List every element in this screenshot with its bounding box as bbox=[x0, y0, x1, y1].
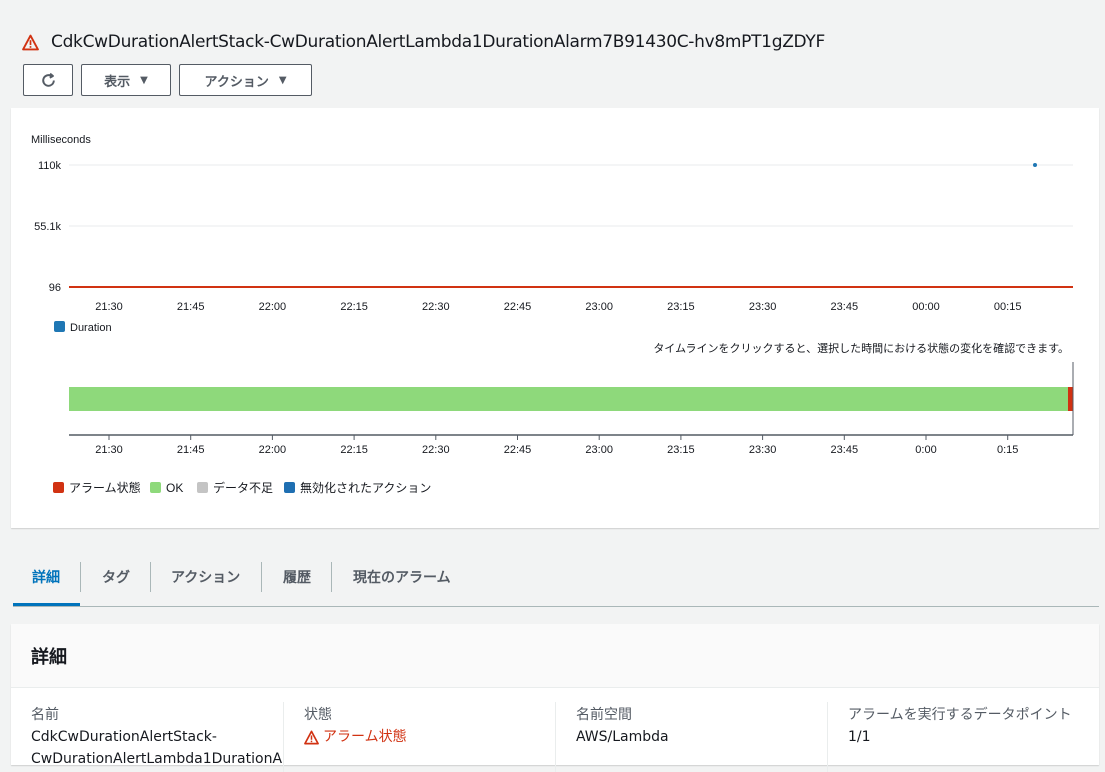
x-tick-label: 22:45 bbox=[504, 301, 532, 313]
column-divider bbox=[555, 702, 556, 772]
tab-actions[interactable]: アクション bbox=[171, 560, 240, 594]
column-divider bbox=[283, 702, 284, 772]
tab-history[interactable]: 履歴 bbox=[283, 560, 311, 594]
refresh-button[interactable] bbox=[23, 64, 73, 96]
tab-divider bbox=[261, 562, 262, 592]
legend-swatch bbox=[54, 321, 65, 332]
x-tick-label: 23:00 bbox=[585, 301, 613, 313]
x-tick-label: 22:15 bbox=[340, 301, 368, 313]
view-button-label: 表示 bbox=[104, 74, 131, 90]
actions-dropdown-button[interactable]: アクション ▼ bbox=[179, 64, 312, 96]
tab-divider bbox=[331, 562, 332, 592]
warning-icon bbox=[304, 730, 319, 744]
tab-divider bbox=[80, 562, 81, 592]
field-namespace-value: AWS/Lambda bbox=[576, 729, 669, 745]
actions-button-label: アクション bbox=[204, 74, 269, 90]
details-heading: 詳細 bbox=[11, 624, 1099, 688]
field-datapoints-label: アラームを実行するデータポイント bbox=[848, 707, 1072, 723]
timeline-ok-segment bbox=[69, 387, 1068, 411]
tab-tags[interactable]: タグ bbox=[102, 560, 130, 594]
timeline-legend-swatch bbox=[197, 482, 208, 493]
timeline-tick-label: 21:45 bbox=[177, 444, 205, 456]
graph-panel: Milliseconds 110k 55.1k 96 21:30 21:45 22:00 22… bbox=[11, 108, 1099, 528]
timeline-tick-label: 22:45 bbox=[504, 444, 532, 456]
tab-label: タグ bbox=[102, 570, 130, 586]
alarm-title-row: CdkCwDurationAlertStack-CwDurationAlertL… bbox=[22, 28, 825, 56]
data-point bbox=[1033, 163, 1037, 167]
caret-down-icon: ▼ bbox=[278, 74, 287, 86]
x-tick-label: 23:30 bbox=[749, 301, 777, 313]
timeline-tick-label: 23:15 bbox=[667, 444, 695, 456]
timeline-tick-label: 22:30 bbox=[422, 444, 450, 456]
timeline-legend-swatch bbox=[53, 482, 64, 493]
timeline-legend-label: OK bbox=[166, 481, 183, 495]
y-tick-label: 55.1k bbox=[34, 221, 61, 233]
field-state: 状態 アラーム状態 bbox=[304, 704, 407, 748]
field-datapoints-value: 1/1 bbox=[848, 729, 871, 745]
y-tick-label: 96 bbox=[49, 282, 61, 294]
page-title: CdkCwDurationAlertStack-CwDurationAlertL… bbox=[51, 32, 825, 52]
field-namespace-label: 名前空間 bbox=[576, 707, 632, 723]
x-tick-label: 22:30 bbox=[422, 301, 450, 313]
timeline-tick-label: 23:30 bbox=[749, 444, 777, 456]
timeline-legend-label: 無効化されたアクション bbox=[300, 480, 431, 495]
legend-label: Duration bbox=[70, 322, 112, 334]
y-tick-label: 110k bbox=[38, 160, 62, 172]
field-name-label: 名前 bbox=[31, 707, 59, 723]
tab-label: 履歴 bbox=[283, 570, 311, 586]
x-tick-label: 23:45 bbox=[831, 301, 859, 313]
tab-current-alarms[interactable]: 現在のアラーム bbox=[353, 560, 451, 594]
active-tab-indicator bbox=[13, 603, 80, 606]
caret-down-icon: ▼ bbox=[140, 74, 148, 86]
field-name-value-line1: CdkCwDurationAlertStack- bbox=[31, 729, 217, 745]
details-panel: 詳細 名前 CdkCwDurationAlertStack- CwDuratio… bbox=[11, 624, 1099, 772]
x-tick-label: 21:45 bbox=[177, 301, 205, 313]
field-datapoints: アラームを実行するデータポイント 1/1 bbox=[848, 704, 1072, 748]
warning-icon bbox=[22, 34, 39, 50]
tab-label: 詳細 bbox=[32, 570, 60, 586]
view-dropdown-button[interactable]: 表示 ▼ bbox=[81, 64, 171, 96]
alarm-state-text: アラーム状態 bbox=[323, 729, 407, 745]
field-state-value: アラーム状態 bbox=[304, 726, 407, 748]
timeline-legend-label: アラーム状態 bbox=[69, 480, 141, 495]
timeline-tick-label: 23:00 bbox=[585, 444, 613, 456]
timeline-alarm-segment bbox=[1067, 387, 1073, 411]
x-tick-label: 22:00 bbox=[259, 301, 287, 313]
timeline-tick-label: 0:00 bbox=[915, 444, 936, 456]
timeline-legend-swatch bbox=[150, 482, 161, 493]
detail-tabs: 詳細 タグ アクション 履歴 現在のアラーム bbox=[13, 560, 1099, 607]
timeline-legend-swatch bbox=[284, 482, 295, 493]
timeline-tick-label: 22:00 bbox=[259, 444, 287, 456]
refresh-icon bbox=[41, 72, 55, 87]
timeline-tick-label: 22:15 bbox=[340, 444, 368, 456]
tab-label: 現在のアラーム bbox=[353, 570, 451, 586]
tab-divider bbox=[150, 562, 151, 592]
field-name-value-line2: CwDurationAlertLambda1DurationA bbox=[31, 751, 283, 767]
timeline-hint: タイムラインをクリックすると、選択した時間における状態の変化を確認できます。 bbox=[653, 341, 1069, 355]
column-divider bbox=[827, 702, 828, 772]
field-name: 名前 CdkCwDurationAlertStack- CwDurationAl… bbox=[31, 704, 282, 770]
field-state-label: 状態 bbox=[304, 707, 332, 723]
field-namespace: 名前空間 AWS/Lambda bbox=[576, 704, 669, 748]
tab-details[interactable]: 詳細 bbox=[32, 560, 60, 594]
x-tick-label: 00:15 bbox=[994, 301, 1022, 313]
x-tick-label: 21:30 bbox=[95, 301, 123, 313]
tab-label: アクション bbox=[171, 570, 241, 586]
x-tick-label: 23:15 bbox=[667, 301, 695, 313]
timeline-tick-label: 21:30 bbox=[95, 444, 123, 456]
timeline-legend-label: データ不足 bbox=[213, 480, 273, 495]
timeline-tick-label: 0:15 bbox=[997, 444, 1018, 456]
y-axis-label: Milliseconds bbox=[31, 134, 91, 146]
x-tick-label: 00:00 bbox=[912, 301, 940, 313]
timeline-tick-label: 23:45 bbox=[831, 444, 859, 456]
metric-chart[interactable]: Milliseconds 110k 55.1k 96 21:30 21:45 22:00 22… bbox=[11, 108, 1099, 528]
